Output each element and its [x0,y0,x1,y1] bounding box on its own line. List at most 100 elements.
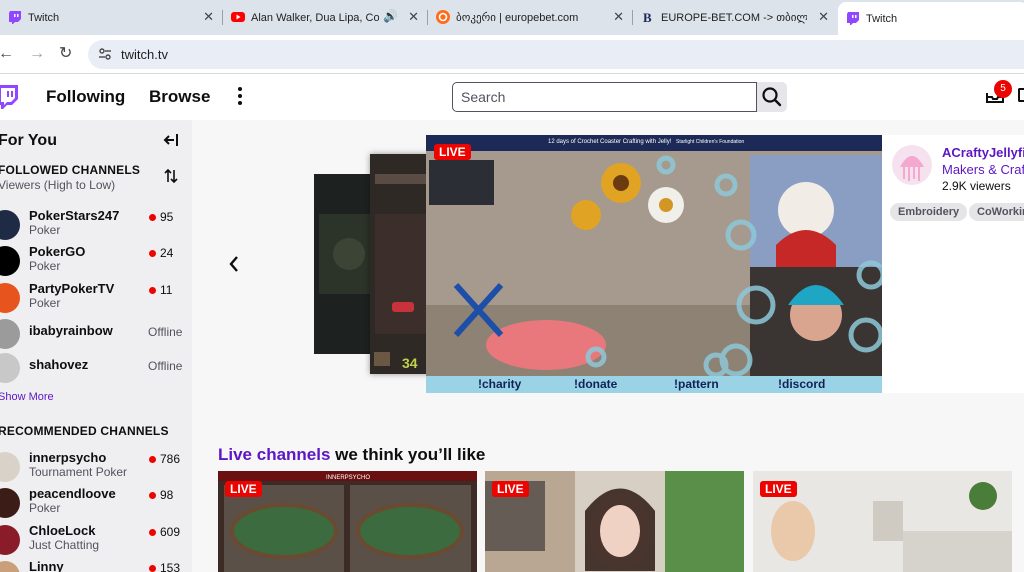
tab-label: Twitch [28,11,60,24]
bits-icon[interactable] [1018,88,1024,102]
followed-channel-pokerstars247[interactable]: PokerStars247 Poker 95 [0,206,192,240]
live-dot-icon [149,456,156,463]
channel-name: PartyPokerTV [29,281,115,296]
speaker-icon[interactable]: 🔊 [383,9,398,23]
browser-tab-europe-bet[interactable]: B EUROPE-BET.COM -> თბილის ✕ [633,4,837,31]
browser-tab-twitch-active[interactable]: Twitch [838,2,1024,35]
browser-tab-europebet[interactable]: ბოკერი | europebet.com ✕ [428,4,633,31]
followed-channel-pokergo[interactable]: PokerGO Poker 24 [0,242,192,276]
channel-name: PokerStars247 [29,208,120,223]
recommended-channels-header: RECOMMENDED CHANNELS [0,424,169,438]
channel-category: Poker [29,223,61,237]
search-button[interactable] [757,82,787,112]
channel-category: Tournament Poker [29,465,128,479]
browser-tab-youtube[interactable]: Alan Walker, Dua Lipa, Cold 🔊 ✕ [223,4,428,31]
url-text: twitch.tv [121,47,168,62]
avatar [0,561,20,572]
channel-avatar[interactable] [892,145,932,185]
overlay-command: !charity [478,377,522,391]
recommended-channel-innerpsycho[interactable]: innerpsycho Tournament Poker 786 [0,448,192,482]
more-options-icon[interactable] [236,86,244,106]
followed-channel-shahovez[interactable]: shahovez Offline [0,349,192,383]
avatar [0,319,20,349]
recommended-channel-linny[interactable]: Linny 153 [0,557,192,572]
recommended-channel-peacendloove[interactable]: peacendloove Poker 98 [0,484,192,518]
main-content: 34 12 days of Crochet Coaster Crafting w… [192,120,1024,572]
overlay-command: !donate [574,377,618,391]
tab-close-icon[interactable]: ✕ [203,10,214,24]
live-dot-icon [149,492,156,499]
browse-link[interactable]: Browse [149,87,210,107]
live-channel-card[interactable]: LIVE [485,471,744,572]
svg-text:34: 34 [402,355,418,371]
tab-close-icon[interactable]: ✕ [613,10,624,24]
followed-channel-ibabyrainbow[interactable]: ibabyrainbow Offline [0,315,192,349]
browser-tab-twitch-1[interactable]: Twitch ✕ [0,4,223,31]
back-arrow-icon[interactable]: ← [0,45,14,63]
channel-name: PokerGO [29,244,86,259]
forward-arrow-icon[interactable]: → [29,45,45,63]
channel-name: peacendloove [29,486,116,501]
live-channel-card[interactable]: INNERPSYCHO LIVE [218,471,477,572]
twitch-logo-icon[interactable] [0,84,20,110]
channel-category: Poker [29,296,61,310]
following-link[interactable]: Following [46,87,125,107]
overlay-charity: Starlight Children's Foundation [676,139,745,145]
tab-label: ბოკერი | europebet.com [456,12,579,24]
stream-commands-bar: !charity !donate !pattern !discord [426,376,882,393]
twitch-favicon-icon [847,12,859,25]
live-badge: LIVE [760,481,797,497]
collapse-sidebar-icon[interactable] [163,132,179,148]
avatar [0,283,20,313]
avatar [0,488,20,518]
channel-category: Poker [29,501,61,515]
offline-status: Offline [148,325,183,339]
site-settings-icon[interactable] [98,47,112,61]
channel-name: ibabyrainbow [29,323,113,338]
featured-channel-name[interactable]: ACraftyJellyfish [942,145,1024,160]
channel-category: Poker [29,259,61,273]
avatar [0,246,20,276]
live-channel-card[interactable]: LIVE [753,471,1012,572]
svg-text:B: B [643,10,652,24]
followed-channels-header: FOLLOWED CHANNELS [0,163,141,177]
live-badge: LIVE [434,144,471,160]
tab-close-icon[interactable]: ✕ [408,10,419,24]
stream-overlay-banner: 12 days of Crochet Coaster Crafting with… [426,135,882,151]
search-input[interactable] [452,82,757,112]
avatar [0,452,20,482]
live-dot-icon [149,529,156,536]
live-badge: LIVE [225,481,262,497]
notification-badge: 5 [994,80,1012,98]
carousel-previous-icon[interactable] [228,255,240,273]
sidebar-title: For You [0,132,57,149]
live-dot-icon [149,250,156,257]
url-field[interactable]: twitch.tv [88,40,1024,69]
live-dot-icon [149,287,156,294]
live-dot-icon [149,214,156,221]
live-dot-icon [149,565,156,572]
youtube-favicon-icon [231,12,245,22]
channel-category: Just Chatting [29,538,100,552]
tag-embroidery[interactable]: Embroidery [890,203,968,221]
show-more-link[interactable]: Show More [0,391,54,403]
viewer-count: 11 [160,283,173,297]
reload-icon[interactable]: ↻ [59,45,72,63]
stream-video [426,135,882,393]
offline-status: Offline [148,359,183,373]
overlay-command: !pattern [674,377,719,391]
followed-channel-partypokertv[interactable]: PartyPokerTV Poker 11 [0,279,192,313]
sort-icon[interactable] [164,168,178,184]
tag-coworking[interactable]: CoWorking [969,203,1024,221]
viewer-count: 24 [160,246,174,260]
featured-stream-player[interactable]: 12 days of Crochet Coaster Crafting with… [426,135,882,393]
thumbnail-overlay-text: INNERPSYCHO [326,475,370,481]
live-channels-link[interactable]: Live channels [218,445,330,464]
twitch-favicon-icon [9,11,21,24]
tab-close-icon[interactable]: ✕ [818,10,829,24]
featured-category[interactable]: Makers & Crafting [942,162,1024,177]
recommended-channel-chloelock[interactable]: ChloeLock Just Chatting 609 [0,521,192,555]
viewer-count: 95 [160,210,174,224]
channel-name: shahovez [29,357,89,372]
tab-label: Twitch [866,12,898,25]
